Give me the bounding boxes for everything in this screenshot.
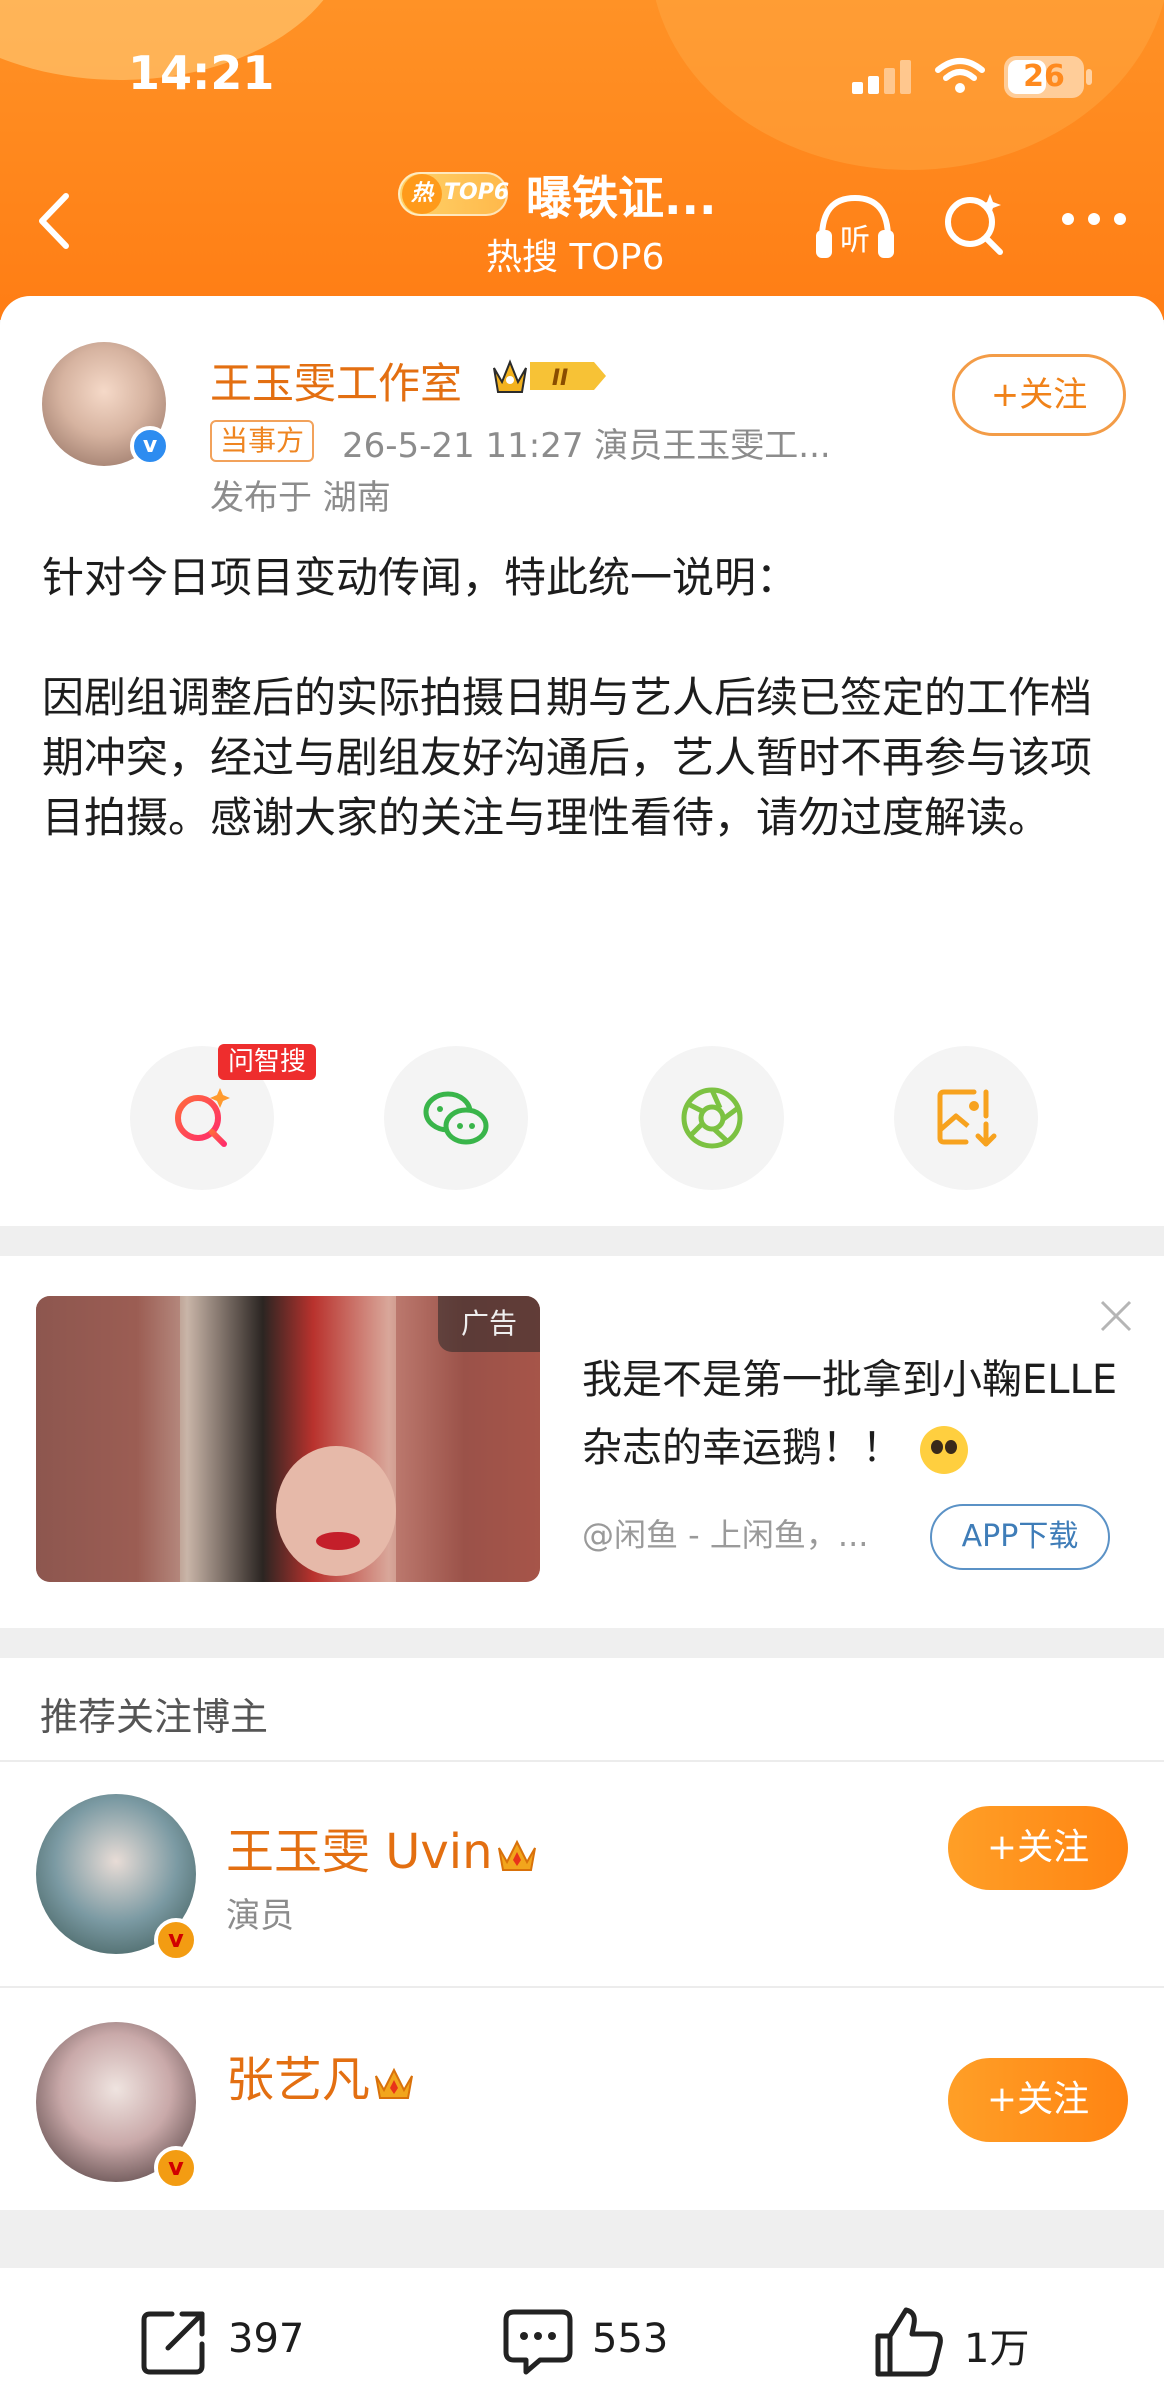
ai-search-badge: 问智搜 <box>218 1044 317 1080</box>
divider <box>0 1760 1164 1762</box>
follow-button[interactable]: +关注 <box>948 1806 1128 1890</box>
ad-source: @闲鱼 - 上闲鱼，... <box>582 1516 869 1554</box>
comment-button[interactable]: 553 <box>500 2304 700 2388</box>
party-tag: 当事方 <box>210 420 315 462</box>
verified-icon: v <box>154 1918 198 1962</box>
recommend-name[interactable]: 张艺凡 <box>226 2040 416 2110</box>
wifi-icon <box>935 58 985 93</box>
close-icon[interactable] <box>1096 1296 1136 1336</box>
battery-icon: 26 <box>1004 56 1092 98</box>
follow-button[interactable]: +关注 <box>952 354 1126 436</box>
recommend-title: 推荐关注博主 <box>40 1695 269 1739</box>
ad-label: 广告 <box>438 1296 540 1352</box>
like-icon <box>875 2307 943 2377</box>
author-name[interactable]: 王玉雯工作室 <box>210 350 462 411</box>
comment-count: 553 <box>592 2316 669 2362</box>
save-image-button[interactable] <box>894 1046 1038 1190</box>
vip-crown-icon: II <box>493 359 606 393</box>
post-location: 发布于 湖南 <box>210 478 391 518</box>
verified-icon: v <box>154 2146 198 2190</box>
follow-button[interactable]: +关注 <box>948 2058 1128 2142</box>
save-image-icon <box>937 1089 997 1147</box>
wechat-icon <box>423 1091 489 1145</box>
repost-icon <box>141 2311 205 2375</box>
repost-count: 397 <box>228 2316 305 2362</box>
hot-top-badge: 热 TOP6 <box>398 172 509 216</box>
svg-text:听: 听 <box>840 223 870 258</box>
post-paragraph: 针对今日项目变动传闻，特此统一说明： <box>42 553 799 602</box>
repost-button[interactable]: 397 <box>136 2304 336 2388</box>
comment-icon <box>503 2309 573 2375</box>
app-download-button[interactable]: APP下载 <box>930 1504 1110 1570</box>
more-icon[interactable] <box>1058 206 1130 232</box>
battery-level: 26 <box>1023 59 1065 94</box>
listen-icon[interactable]: 听 <box>812 188 898 264</box>
back-icon[interactable] <box>30 188 80 254</box>
share-moments-button[interactable] <box>640 1046 784 1190</box>
pleading-face-icon <box>920 1426 968 1474</box>
ai-search-icon <box>175 1088 230 1147</box>
share-wechat-button[interactable] <box>384 1046 528 1190</box>
ad-title[interactable]: 我是不是第一批拿到小鞠ELLE杂志的幸运鹅！！ <box>582 1346 1122 1482</box>
search-icon[interactable] <box>940 188 1008 260</box>
svg-text:II: II <box>552 366 568 391</box>
post-content: 针对今日项目变动传闻，特此统一说明： 因剧组调整后的实际拍摄日期与艺人后续已签定… <box>42 548 1132 908</box>
verified-icon: v <box>130 426 170 466</box>
post-paragraph: 因剧组调整后的实际拍摄日期与艺人后续已签定的工作档期冲突，经过与剧组友好沟通后，… <box>42 673 1093 842</box>
post-meta: 26-5-21 11:27 演员王玉雯工... <box>342 426 831 466</box>
recommend-desc: 演员 <box>226 1896 294 1936</box>
like-button[interactable]: 1万 <box>872 2304 1072 2388</box>
moments-icon <box>681 1087 743 1149</box>
signal-icon <box>852 60 911 94</box>
crown-icon <box>497 1839 536 1871</box>
recommend-name[interactable]: 王玉雯 Uvin <box>226 1812 539 1882</box>
crown-icon <box>375 2067 413 2099</box>
like-count: 1万 <box>964 2326 1030 2372</box>
page-title[interactable]: 曝铁证... <box>526 162 716 228</box>
divider <box>0 1986 1164 1988</box>
page-subtitle: 热搜 TOP6 <box>486 237 665 278</box>
status-time: 14:21 <box>128 46 275 100</box>
